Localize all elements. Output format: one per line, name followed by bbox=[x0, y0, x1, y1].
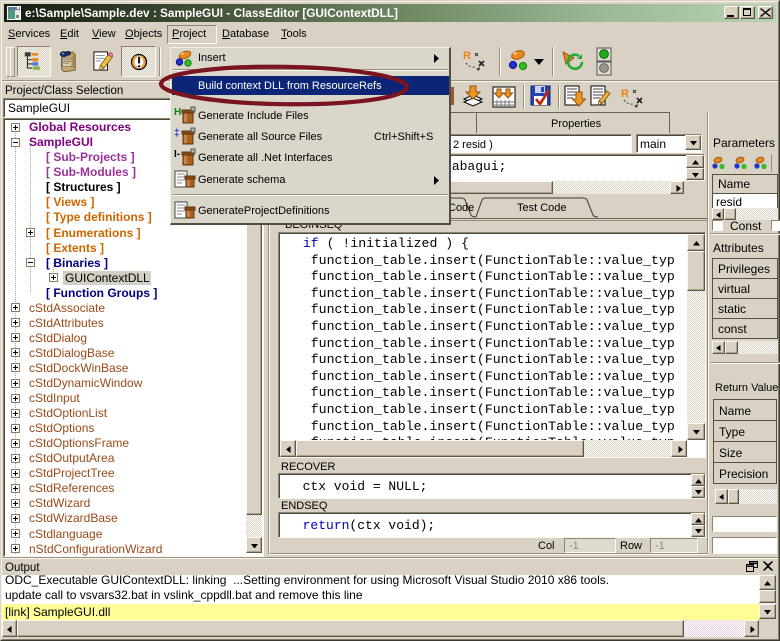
svg-text:R: R bbox=[621, 88, 629, 100]
svg-text:R: R bbox=[463, 50, 471, 62]
svg-text:I-: I- bbox=[174, 149, 180, 160]
svg-text:‡: ‡ bbox=[174, 128, 180, 139]
